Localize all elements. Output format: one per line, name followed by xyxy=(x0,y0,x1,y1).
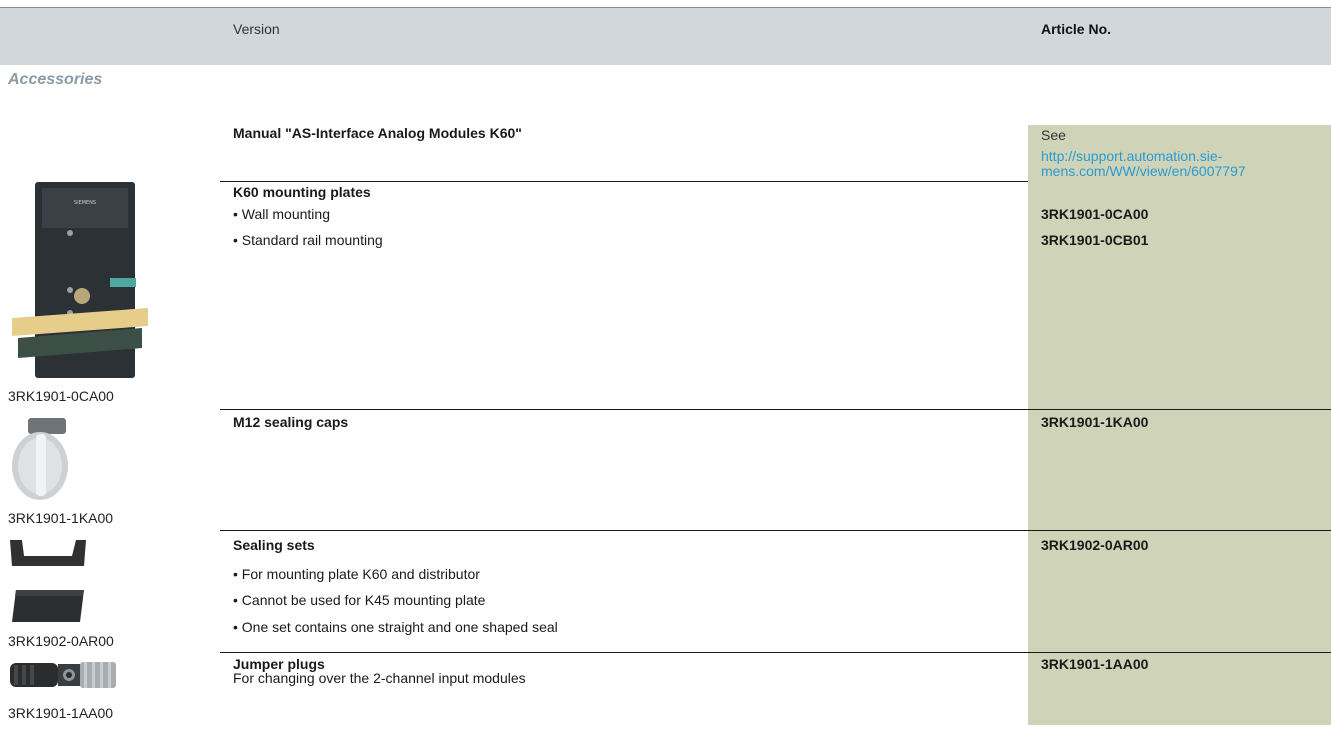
list-item: • Cannot be used for K45 mounting plate xyxy=(233,592,486,608)
row-divider xyxy=(220,530,1331,531)
mounting-plate-image: SIEMENS xyxy=(12,182,148,378)
article-number: 3RK1901-0CA00 xyxy=(1041,206,1149,222)
list-item: • One set contains one straight and one … xyxy=(233,619,558,635)
manual-link-line1[interactable]: http://support.automation.sie- xyxy=(1041,148,1222,164)
manual-see-label: See xyxy=(1041,127,1066,143)
section-title: Accessories xyxy=(8,71,103,88)
plate-logo: SIEMENS xyxy=(74,200,96,206)
image-caption: 3RK1901-0CA00 xyxy=(8,388,114,404)
sealing-sets-title: Sealing sets xyxy=(233,537,315,553)
row-divider xyxy=(220,181,1028,182)
manual-title: Manual "AS-Interface Analog Modules K60" xyxy=(233,125,522,141)
k60-plates-title: K60 mounting plates xyxy=(233,184,371,200)
list-item: • For mounting plate K60 and distributor xyxy=(233,566,480,582)
image-caption: 3RK1902-0AR00 xyxy=(8,633,114,649)
row-divider xyxy=(220,409,1331,410)
sealing-caps-title: M12 sealing caps xyxy=(233,414,349,430)
image-caption: 3RK1901-1KA00 xyxy=(8,510,114,526)
jumper-plug-image xyxy=(10,662,116,688)
article-number: 3RK1901-1AA00 xyxy=(1041,656,1149,672)
article-number: 3RK1901-1KA00 xyxy=(1041,414,1149,430)
article-number: 3RK1901-0CB01 xyxy=(1041,232,1149,248)
table-header: Version Article No. xyxy=(0,7,1331,65)
list-item: • Standard rail mounting xyxy=(233,232,383,248)
sealing-cap-image xyxy=(12,418,68,500)
row-divider xyxy=(220,652,1331,653)
image-caption: 3RK1901-1AA00 xyxy=(8,705,114,721)
article-number: 3RK1902-0AR00 xyxy=(1041,537,1149,553)
version-column-header: Version xyxy=(233,21,280,37)
list-item: • Wall mounting xyxy=(233,206,330,222)
sealing-set-image xyxy=(10,540,86,622)
manual-link-line2[interactable]: mens.com/WW/view/en/6007797 xyxy=(1041,163,1246,179)
jumper-plugs-description: For changing over the 2-channel input mo… xyxy=(233,670,526,686)
article-no-column-header: Article No. xyxy=(1041,21,1112,37)
